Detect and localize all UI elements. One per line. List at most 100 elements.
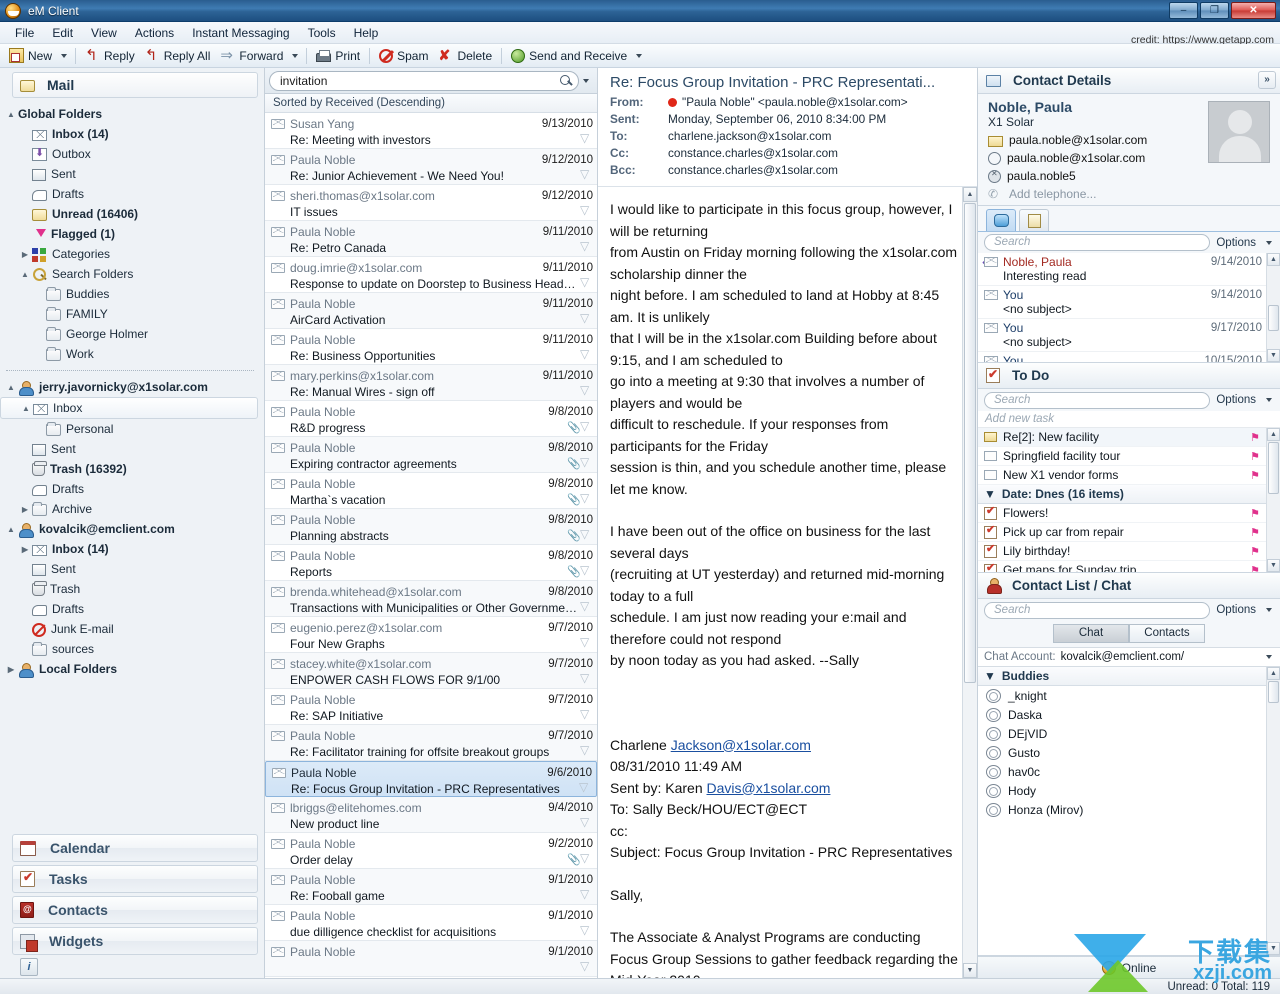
tab-attachments[interactable] (1019, 209, 1049, 231)
flag-icon[interactable] (580, 239, 593, 254)
flag-icon[interactable] (580, 455, 593, 470)
todo-item[interactable]: Get maps for Sunday trip ⚑ (978, 561, 1280, 573)
folder-item-sources[interactable]: ▸ sources (0, 639, 264, 659)
contact-message-row[interactable]: You 9/17/2010 <no subject> (978, 319, 1280, 352)
expand-arrow-icon[interactable]: ▶ (18, 505, 32, 514)
expand-arrow-icon[interactable]: ▶ (18, 250, 32, 259)
contact-alt-row[interactable]: paula.noble5 (988, 167, 1272, 185)
todo-list[interactable]: Re[2]: New facility ⚑ Springfield facility… (978, 428, 1280, 573)
folder-item-george-holmer[interactable]: ▸ George Holmer (0, 324, 264, 344)
sidebar-item-calendar[interactable]: Calendar (12, 834, 258, 862)
buddy-scrollbar[interactable]: ▲ ▼ (1266, 667, 1280, 955)
todo-item[interactable]: Lily birthday! ⚑ (978, 542, 1280, 561)
send-and-receive-button[interactable]: Send and Receive (506, 47, 632, 65)
flag-icon[interactable]: ⚑ (1250, 545, 1260, 558)
quote-sender-email-link[interactable]: Jackson@x1solar.com (671, 737, 811, 753)
tab-chat-history[interactable] (986, 209, 1016, 231)
folder-item-archive[interactable]: ▶ Archive (0, 499, 264, 519)
scroll-thumb[interactable] (964, 203, 976, 683)
tab-chat[interactable]: Chat (1053, 624, 1129, 643)
flag-icon[interactable] (580, 491, 593, 506)
folder-item-unread-16406[interactable]: ▸ Unread (16406) (0, 204, 264, 224)
message-row[interactable]: Paula Noble 9/2/2010 Order delay 📎 (265, 833, 597, 869)
maximize-button[interactable]: ❐ (1200, 2, 1229, 19)
expand-arrow-icon[interactable]: ▶ (18, 545, 32, 554)
spam-button[interactable]: Spam (374, 47, 433, 65)
buddy-list[interactable]: ▼ Buddies _knight Daska DEjVID Gusto hav0c Ho… (978, 667, 1280, 956)
menu-item-actions[interactable]: Actions (126, 23, 183, 43)
buddy-item[interactable]: Honza (Mirov) (978, 800, 1280, 819)
flag-icon[interactable] (580, 131, 593, 146)
message-row[interactable]: Paula Noble 9/1/2010 Re: Fooball game (265, 869, 597, 905)
menu-item-file[interactable]: File (6, 23, 43, 43)
folder-item-jerry-javornicky-x1solar-com[interactable]: ▲ jerry.javornicky@x1solar.com (0, 377, 264, 397)
collapse-arrow-icon[interactable]: ▲ (19, 404, 33, 413)
collapse-arrow-icon[interactable]: ▲ (4, 383, 18, 392)
flag-icon[interactable] (580, 311, 593, 326)
flag-icon[interactable] (580, 563, 593, 578)
flag-icon[interactable] (580, 419, 593, 434)
expand-sidebar-button[interactable]: » (1258, 71, 1276, 89)
flag-icon[interactable]: ⚑ (1250, 526, 1260, 539)
message-row[interactable]: Paula Noble 9/8/2010 Expiring contractor a… (265, 437, 597, 473)
folder-item-flagged-1[interactable]: ▸ Flagged (1) (0, 224, 264, 244)
message-row[interactable]: Paula Noble 9/11/2010 AirCard Activation (265, 293, 597, 329)
contact-search-input[interactable]: Search (984, 234, 1211, 251)
todo-options-caret-icon[interactable] (1266, 398, 1272, 402)
print-button[interactable]: Print (311, 47, 365, 65)
contact-options-caret-icon[interactable] (1266, 240, 1272, 245)
sidebar-item-contacts[interactable]: Contacts (12, 896, 258, 924)
flag-icon[interactable] (580, 635, 593, 650)
scroll-down-arrow-icon[interactable]: ▼ (963, 963, 977, 978)
scroll-thumb[interactable] (1268, 681, 1279, 703)
contact-options-label[interactable]: Options (1216, 237, 1256, 249)
reply-button[interactable]: ↰ Reply (80, 46, 140, 65)
scroll-thumb[interactable] (1268, 305, 1279, 331)
message-row[interactable]: lbriggs@elitehomes.com 9/4/2010 New produc… (265, 797, 597, 833)
flag-icon[interactable] (580, 347, 593, 362)
flag-icon[interactable] (580, 707, 593, 722)
message-row[interactable]: Paula Noble 9/8/2010 Reports 📎 (265, 545, 597, 581)
todo-item[interactable]: Springfield facility tour ⚑ (978, 447, 1280, 466)
tab-contacts[interactable]: Contacts (1129, 624, 1205, 643)
folder-item-drafts[interactable]: ▸ Drafts (0, 479, 264, 499)
message-row[interactable]: Paula Noble 9/1/2010 (265, 941, 597, 977)
contact-list-scrollbar[interactable]: ▲ ▼ (1266, 253, 1280, 362)
scroll-thumb[interactable] (1268, 442, 1279, 494)
menu-item-tools[interactable]: Tools (299, 23, 345, 43)
quote-sentby-email-link[interactable]: Davis@x1solar.com (707, 780, 831, 796)
scroll-up-arrow-icon[interactable]: ▲ (1267, 667, 1280, 680)
flag-icon[interactable] (580, 887, 593, 902)
collapse-arrow-icon[interactable]: ▲ (18, 270, 32, 279)
flag-icon[interactable] (580, 923, 593, 938)
folder-item-family[interactable]: ▸ FAMILY (0, 304, 264, 324)
reply-all-button[interactable]: ↰ Reply All (140, 46, 216, 65)
message-row[interactable]: Paula Noble 9/11/2010 Re: Business Opportu… (265, 329, 597, 365)
message-row[interactable]: Paula Noble 9/7/2010 Re: Facilitator train… (265, 725, 597, 761)
buddy-item[interactable]: hav0c (978, 762, 1280, 781)
flag-icon[interactable] (580, 671, 593, 686)
chat-search-input[interactable]: Search (984, 601, 1211, 619)
flag-icon[interactable] (580, 851, 593, 866)
expand-arrow-icon[interactable]: ▶ (4, 665, 18, 674)
folder-item-inbox-14[interactable]: ▶ Inbox (14) (0, 539, 264, 559)
message-row[interactable]: doug.imrie@x1solar.com 9/11/2010 Response … (265, 257, 597, 293)
minimize-button[interactable]: – (1169, 2, 1198, 19)
sidebar-item-widgets[interactable]: Widgets (12, 927, 258, 955)
flag-icon[interactable] (580, 167, 593, 182)
flag-icon[interactable]: ⚑ (1250, 564, 1260, 573)
search-input[interactable]: invitation (269, 70, 579, 91)
scroll-up-arrow-icon[interactable]: ▲ (963, 187, 977, 202)
buddy-item[interactable]: DEjVID (978, 724, 1280, 743)
buddy-item[interactable]: _knight (978, 686, 1280, 705)
message-row[interactable]: Paula Noble 9/12/2010 Re: Junior Achieveme… (265, 149, 597, 185)
menu-item-help[interactable]: Help (345, 23, 388, 43)
folder-item-drafts[interactable]: ▸ Drafts (0, 184, 264, 204)
scroll-up-arrow-icon[interactable]: ▲ (1267, 253, 1280, 266)
flag-icon[interactable]: ⚑ (1250, 450, 1260, 463)
buddy-item[interactable]: Gusto (978, 743, 1280, 762)
search-icon[interactable] (560, 74, 572, 87)
contact-message-list[interactable]: ↩Noble, Paula9/14/2010Interesting readYo… (978, 253, 1280, 363)
folder-item-trash[interactable]: ▸ Trash (0, 579, 264, 599)
forward-button[interactable]: ⇒ Forward (215, 46, 288, 65)
